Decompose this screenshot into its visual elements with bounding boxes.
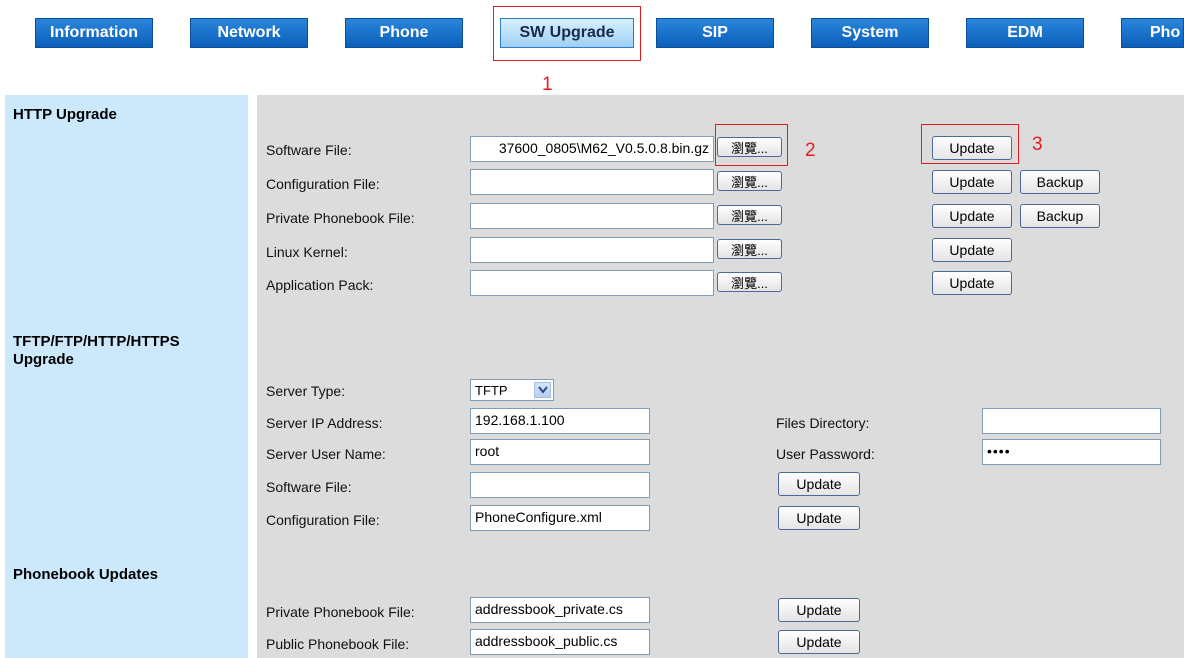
annotation-number-1: 1 [542, 74, 553, 95]
server-type-select[interactable]: TFTP [470, 379, 554, 401]
tab-sip[interactable]: SIP [656, 18, 774, 48]
application-pack-input[interactable] [470, 270, 714, 296]
update-button-application-pack[interactable]: Update [932, 271, 1012, 295]
browse-button-private-phonebook[interactable]: 瀏覽... [717, 205, 782, 225]
highlight-box-browse [715, 124, 788, 166]
chevron-down-icon[interactable] [534, 382, 551, 398]
label-public-phonebook: Public Phonebook File: [266, 636, 410, 652]
label-configuration-file: Configuration File: [266, 176, 380, 192]
tab-edm[interactable]: EDM [966, 18, 1084, 48]
browse-button-application-pack[interactable]: 瀏覽... [717, 272, 782, 292]
software-file-value: 37600_0805\M62_V0.5.0.8.bin.gz [498, 140, 709, 156]
update-button-private-phonebook[interactable]: Update [932, 204, 1012, 228]
label-private-phonebook: Private Phonebook File: [266, 604, 415, 620]
tftp-software-file-input[interactable] [470, 472, 650, 498]
server-type-value: TFTP [475, 382, 508, 398]
update-button-public-phonebook-updates[interactable]: Update [778, 630, 860, 654]
tab-network[interactable]: Network [190, 18, 308, 48]
section-title-http-upgrade: HTTP Upgrade [13, 106, 117, 123]
label-tftp-software-file: Software File: [266, 479, 352, 495]
private-phonebook-input[interactable]: addressbook_private.cs [470, 597, 650, 623]
tftp-configuration-file-input[interactable]: PhoneConfigure.xml [470, 505, 650, 531]
tab-information[interactable]: Information [35, 18, 153, 48]
label-server-type: Server Type: [266, 383, 346, 399]
label-server-ip: Server IP Address: [266, 415, 383, 431]
files-directory-input[interactable] [982, 408, 1161, 434]
tab-phone[interactable]: Phone [345, 18, 463, 48]
update-button-configuration-file[interactable]: Update [932, 170, 1012, 194]
update-button-private-phonebook-updates[interactable]: Update [778, 598, 860, 622]
label-tftp-configuration-file: Configuration File: [266, 512, 380, 528]
label-application-pack: Application Pack: [266, 277, 374, 293]
annotation-number-2: 2 [805, 140, 816, 161]
software-file-input[interactable]: 37600_0805\M62_V0.5.0.8.bin.gz [470, 136, 714, 162]
section-title-tftp-upgrade-line2: Upgrade [13, 351, 74, 368]
section-title-phonebook-updates: Phonebook Updates [13, 566, 159, 583]
backup-button-private-phonebook[interactable]: Backup [1020, 204, 1100, 228]
update-button-tftp-software[interactable]: Update [778, 472, 860, 496]
tab-phonebook[interactable]: Pho [1121, 18, 1184, 48]
highlight-box-update [921, 124, 1019, 164]
section-title-tftp-upgrade: TFTP/FTP/HTTP/HTTPS [13, 333, 180, 350]
label-user-password: User Password: [776, 446, 875, 462]
private-phonebook-file-input[interactable] [470, 203, 714, 229]
backup-button-configuration-file[interactable]: Backup [1020, 170, 1100, 194]
label-linux-kernel: Linux Kernel: [266, 244, 348, 260]
label-software-file: Software File: [266, 142, 352, 158]
user-password-input[interactable]: •••• [982, 439, 1161, 465]
browse-button-configuration-file[interactable]: 瀏覽... [717, 171, 782, 191]
public-phonebook-input[interactable]: addressbook_public.cs [470, 629, 650, 655]
server-user-name-input[interactable]: root [470, 439, 650, 465]
tab-system[interactable]: System [811, 18, 929, 48]
label-private-phonebook-file: Private Phonebook File: [266, 210, 415, 226]
configuration-file-input[interactable] [470, 169, 714, 195]
highlight-box-sw-upgrade [493, 6, 641, 61]
label-server-user-name: Server User Name: [266, 446, 386, 462]
update-button-linux-kernel[interactable]: Update [932, 238, 1012, 262]
linux-kernel-input[interactable] [470, 237, 714, 263]
label-files-directory: Files Directory: [776, 415, 870, 431]
update-button-tftp-configuration[interactable]: Update [778, 506, 860, 530]
browse-button-linux-kernel[interactable]: 瀏覽... [717, 239, 782, 259]
annotation-number-3: 3 [1032, 134, 1043, 155]
server-ip-input[interactable]: 192.168.1.100 [470, 408, 650, 434]
